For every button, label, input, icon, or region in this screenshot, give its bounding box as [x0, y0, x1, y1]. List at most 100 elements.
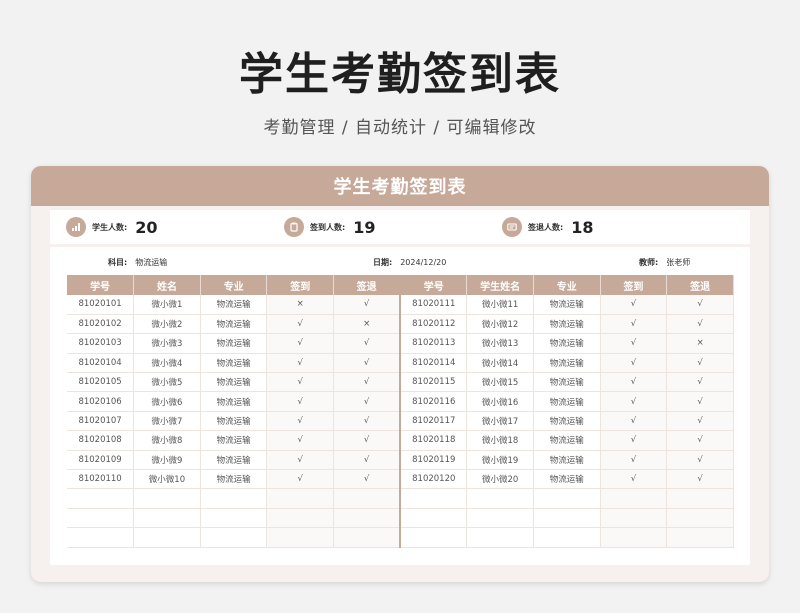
- table-cell[interactable]: [266, 508, 335, 529]
- table-cell[interactable]: [666, 508, 734, 529]
- table-cell[interactable]: [133, 508, 201, 529]
- table-cell[interactable]: 微小微11: [466, 295, 534, 315]
- table-cell[interactable]: 81020117: [400, 411, 468, 432]
- table-cell[interactable]: [400, 488, 468, 509]
- table-cell[interactable]: 物流运输: [533, 469, 601, 490]
- table-cell[interactable]: [400, 508, 468, 529]
- table-cell[interactable]: √: [666, 353, 734, 374]
- table-cell[interactable]: 物流运输: [533, 430, 601, 451]
- table-cell[interactable]: √: [333, 430, 402, 451]
- table-cell[interactable]: 81020118: [400, 430, 468, 451]
- table-cell[interactable]: [67, 508, 135, 529]
- table-cell[interactable]: 81020112: [400, 314, 468, 335]
- table-cell[interactable]: [200, 508, 268, 529]
- table-cell[interactable]: 物流运输: [533, 295, 601, 315]
- table-cell[interactable]: 81020110: [67, 469, 135, 490]
- table-cell[interactable]: [133, 527, 201, 548]
- table-cell[interactable]: 物流运输: [533, 314, 601, 335]
- table-cell[interactable]: 物流运输: [200, 295, 268, 315]
- table-cell[interactable]: [533, 527, 601, 548]
- table-cell[interactable]: √: [600, 295, 668, 315]
- table-cell[interactable]: 微小微16: [466, 391, 534, 412]
- table-cell[interactable]: [67, 527, 135, 548]
- table-cell[interactable]: √: [600, 469, 668, 490]
- table-cell[interactable]: 微小微17: [466, 411, 534, 432]
- table-cell[interactable]: 81020108: [67, 430, 135, 451]
- table-cell[interactable]: 物流运输: [533, 391, 601, 412]
- table-cell[interactable]: 物流运输: [200, 469, 268, 490]
- table-cell[interactable]: √: [600, 450, 668, 471]
- table-cell[interactable]: √: [600, 391, 668, 412]
- table-cell[interactable]: 微小微18: [466, 430, 534, 451]
- table-cell[interactable]: 物流运输: [200, 333, 268, 354]
- table-cell[interactable]: 物流运输: [533, 372, 601, 393]
- table-cell[interactable]: 81020102: [67, 314, 135, 335]
- table-cell[interactable]: √: [666, 391, 734, 412]
- table-cell[interactable]: 微小微6: [133, 391, 201, 412]
- table-cell[interactable]: [333, 488, 402, 509]
- table-cell[interactable]: [533, 508, 601, 529]
- table-cell[interactable]: ×: [333, 314, 402, 335]
- table-cell[interactable]: 物流运输: [200, 372, 268, 393]
- table-cell[interactable]: 微小微14: [466, 353, 534, 374]
- table-cell[interactable]: √: [266, 430, 335, 451]
- table-cell[interactable]: √: [666, 450, 734, 471]
- table-cell[interactable]: √: [266, 450, 335, 471]
- table-cell[interactable]: 微小微15: [466, 372, 534, 393]
- table-cell[interactable]: [67, 488, 135, 509]
- table-cell[interactable]: 81020114: [400, 353, 468, 374]
- table-cell[interactable]: 81020105: [67, 372, 135, 393]
- table-cell[interactable]: √: [666, 295, 734, 315]
- table-cell[interactable]: 微小微2: [133, 314, 201, 335]
- table-cell[interactable]: 物流运输: [533, 333, 601, 354]
- table-cell[interactable]: √: [266, 314, 335, 335]
- table-cell[interactable]: 81020106: [67, 391, 135, 412]
- table-cell[interactable]: [600, 488, 668, 509]
- table-cell[interactable]: [266, 527, 335, 548]
- table-cell[interactable]: ×: [266, 295, 335, 315]
- table-cell[interactable]: 微小微3: [133, 333, 201, 354]
- table-cell[interactable]: 81020103: [67, 333, 135, 354]
- table-cell[interactable]: √: [666, 411, 734, 432]
- table-cell[interactable]: [266, 488, 335, 509]
- table-cell[interactable]: 物流运输: [200, 391, 268, 412]
- table-cell[interactable]: 81020113: [400, 333, 468, 354]
- table-cell[interactable]: √: [600, 353, 668, 374]
- table-cell[interactable]: 物流运输: [533, 450, 601, 471]
- table-cell[interactable]: [600, 527, 668, 548]
- table-cell[interactable]: 81020116: [400, 391, 468, 412]
- table-cell[interactable]: √: [333, 411, 402, 432]
- table-cell[interactable]: [200, 488, 268, 509]
- table-cell[interactable]: 微小微1: [133, 295, 201, 315]
- table-cell[interactable]: 微小微19: [466, 450, 534, 471]
- table-cell[interactable]: [133, 488, 201, 509]
- table-cell[interactable]: [333, 527, 402, 548]
- table-cell[interactable]: 微小微13: [466, 333, 534, 354]
- table-cell[interactable]: 物流运输: [200, 353, 268, 374]
- table-cell[interactable]: 81020119: [400, 450, 468, 471]
- table-cell[interactable]: √: [600, 430, 668, 451]
- table-cell[interactable]: √: [333, 353, 402, 374]
- table-cell[interactable]: √: [266, 469, 335, 490]
- table-cell[interactable]: [400, 527, 468, 548]
- table-cell[interactable]: [533, 488, 601, 509]
- table-cell[interactable]: 微小微5: [133, 372, 201, 393]
- table-cell[interactable]: [666, 527, 734, 548]
- table-cell[interactable]: √: [666, 430, 734, 451]
- table-cell[interactable]: 物流运输: [200, 411, 268, 432]
- table-cell[interactable]: ×: [666, 333, 734, 354]
- table-cell[interactable]: √: [600, 333, 668, 354]
- table-cell[interactable]: √: [266, 411, 335, 432]
- table-cell[interactable]: √: [333, 295, 402, 315]
- table-cell[interactable]: √: [666, 372, 734, 393]
- table-cell[interactable]: 81020115: [400, 372, 468, 393]
- table-cell[interactable]: 81020120: [400, 469, 468, 490]
- table-cell[interactable]: [333, 508, 402, 529]
- table-cell[interactable]: 微小微20: [466, 469, 534, 490]
- table-cell[interactable]: 物流运输: [200, 314, 268, 335]
- table-cell[interactable]: [466, 527, 534, 548]
- table-cell[interactable]: 81020104: [67, 353, 135, 374]
- table-cell[interactable]: √: [600, 372, 668, 393]
- table-cell[interactable]: 81020109: [67, 450, 135, 471]
- table-cell[interactable]: 微小微9: [133, 450, 201, 471]
